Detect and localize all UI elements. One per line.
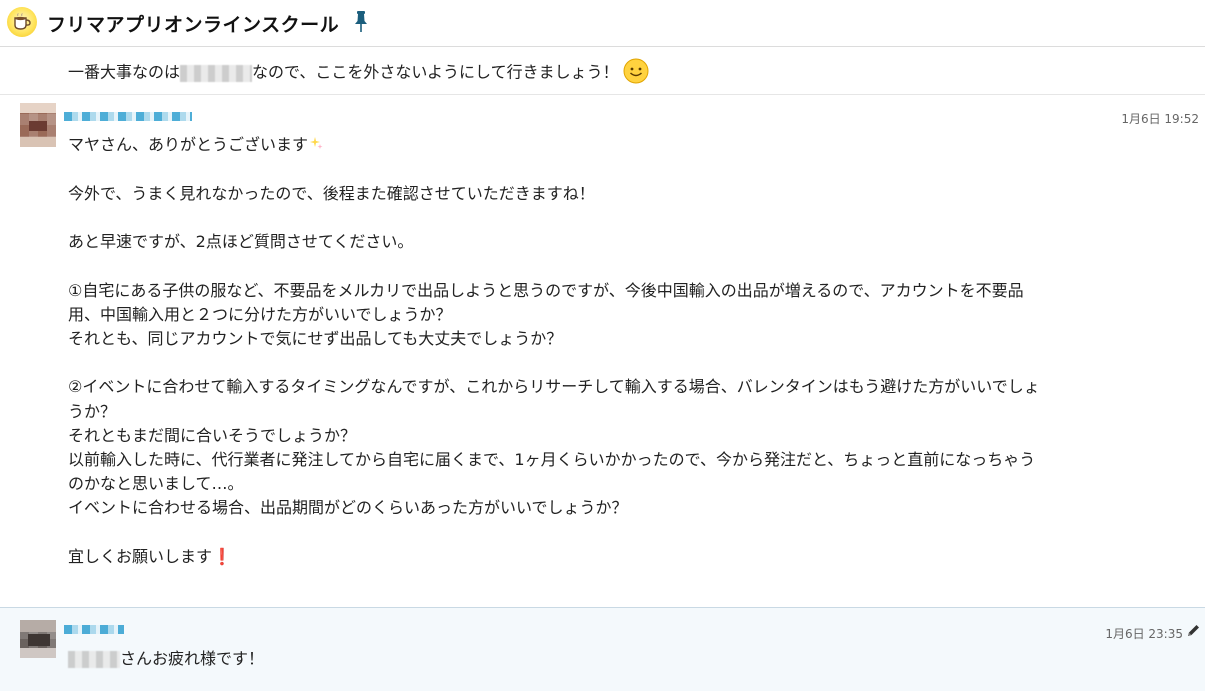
message-line: うか？ [68,401,117,421]
message-timestamp[interactable]: 1月6日 23:35 [1105,625,1183,642]
chat-message: 1月6日 23:35 さんお疲れ様です！ [0,608,1205,691]
message-line: 今外で、うまく見れなかったので、後程また確認させていただきますね！ [68,183,595,203]
message-line: それとも、同じアカウントで気にせず出品しても大丈夫でしょうか？ [68,328,563,348]
message-line: あと早速ですが、2点ほど質問させてください。 [68,232,414,252]
message-line: イベントに合わせる場合、出品期間がどのくらいあった方がいいでしょうか？ [68,498,628,518]
coffee-cup-icon[interactable] [7,7,37,37]
message-line: さんお疲れ様です！ [68,647,1143,671]
chat-title[interactable]: フリマアプリオンラインスクール [47,10,339,37]
message-text-end: なので、ここを外さないようにして行きましょう！ [252,62,619,82]
redacted-text [180,64,253,82]
sparkles-icon [309,133,323,157]
message-text-start: 一番大事なのは [68,62,181,82]
message-line: 宜しくお願いします❗ [68,546,232,566]
avatar[interactable] [20,620,56,658]
message-line: マヤさん、ありがとうございます [68,133,1143,158]
chat-header: フリマアプリオンラインスクール [0,0,1205,47]
smile-emoji-icon [623,58,649,88]
message-line: のかなと思いまして…。 [68,474,244,494]
message-body: さんお疲れ様です！ [68,647,1143,671]
message-line: 用、中国輸入用と２つに分けた方がいいでしょうか？ [68,304,452,324]
message-line: それともまだ間に合いそうでしょうか？ [68,425,357,445]
sender-name[interactable] [64,625,124,634]
message-body: マヤさん、ありがとうございます 今外で、うまく見れなかったので、後程また確認させ… [68,133,1143,569]
redacted-text [68,651,120,668]
pencil-icon[interactable] [1186,623,1201,642]
avatar[interactable] [20,103,56,147]
chat-message: 1月6日 19:52 マヤさん、ありがとうございます 今外で、うまく見れなかった… [0,95,1205,608]
pin-icon[interactable] [354,11,368,37]
sender-name[interactable] [64,112,192,121]
message-timestamp[interactable]: 1月6日 19:52 [1121,110,1199,127]
previous-message: 一番大事なのは なので、ここを外さないようにして行きましょう！ [0,47,1205,95]
message-line: ②イベントに合わせて輸入するタイミングなんですが、これからリサーチして輸入する場… [68,377,1040,397]
message-line: ①自宅にある子供の服など、不要品をメルカリで出品しようと思うのですが、今後中国輸… [68,280,1024,300]
message-line: 以前輸入した時に、代行業者に発注してから自宅に届くまで、1ヶ月くらいかかったので… [68,449,1036,469]
